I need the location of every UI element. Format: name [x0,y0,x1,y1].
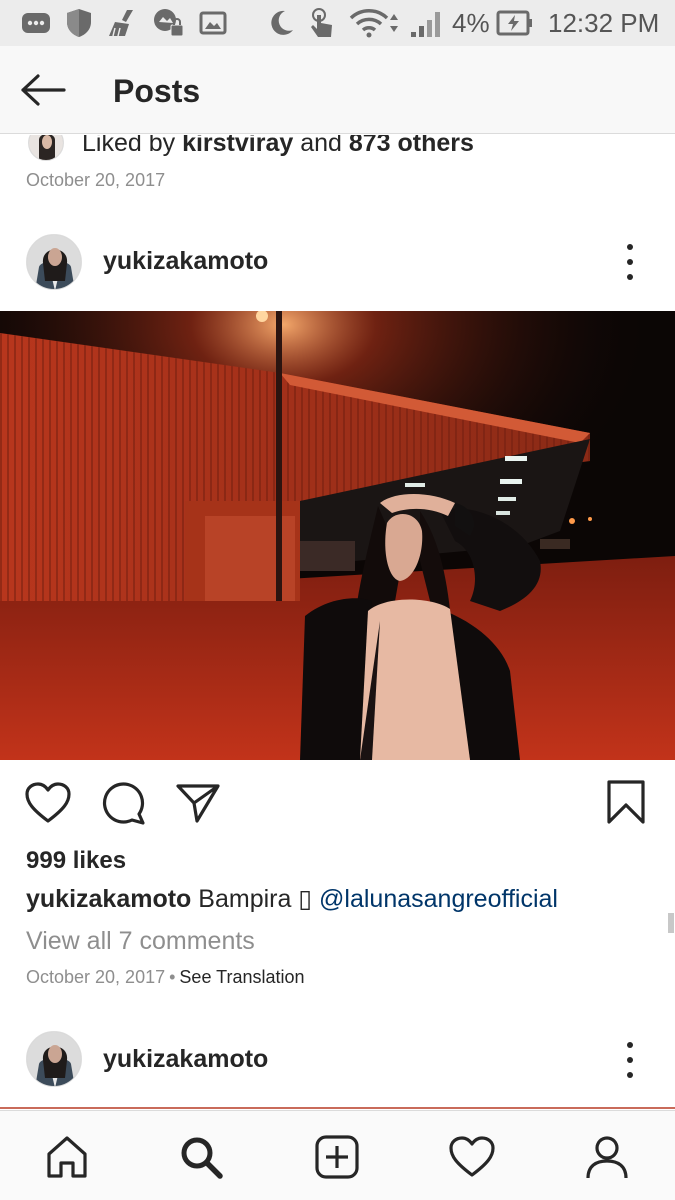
like-button[interactable] [24,781,72,825]
moon-icon [264,8,296,38]
post-avatar[interactable] [26,234,82,290]
more-dot-icon [627,244,633,250]
share-button[interactable] [175,781,221,825]
post-meta-row: October 20, 2017 • See Translation [26,966,305,988]
nav-activity-button[interactable] [444,1129,500,1185]
more-dot-icon [627,1072,633,1078]
arrow-left-icon [21,74,66,106]
heart-icon [25,782,71,823]
battery-charging-icon [496,8,534,38]
bookmark-icon [607,780,645,824]
caption-username[interactable]: yukizakamoto [26,885,191,913]
post-caption: yukizakamoto Bampira ▯ @lalunasangreoffi… [26,884,558,914]
previous-post-date: October 20, 2017 [26,170,166,190]
next-post-image-edge [0,1107,675,1109]
next-post-header: yukizakamoto [0,1031,675,1091]
next-post-avatar[interactable] [26,1031,82,1087]
more-dot-icon [627,1042,633,1048]
image-icon [198,8,228,38]
liked-by-user: kirstviray [182,135,294,157]
page-title: Posts [113,73,201,109]
app-header: Posts [0,46,675,134]
photo-lock-icon [150,8,186,38]
messages-icon [20,8,52,38]
bottom-navigation [0,1110,675,1200]
like-count[interactable]: 999 likes [26,847,126,875]
home-icon [47,1136,87,1178]
add-post-icon [315,1135,359,1179]
cleaner-icon [106,8,140,38]
liked-by-avatar[interactable] [28,135,64,161]
liked-by-text[interactable]: Liked by kirstviray and 873 others [82,135,474,159]
status-bar: 4% 12:32 PM [0,0,675,46]
touch-icon [306,8,338,38]
nav-search-button[interactable] [173,1129,229,1185]
more-dot-icon [627,259,633,265]
search-icon [181,1137,223,1179]
clock: 12:32 PM [548,8,660,38]
scrollbar-thumb[interactable] [668,913,674,933]
save-button[interactable] [604,779,648,825]
comment-icon [102,782,145,825]
previous-post-liked-row[interactable]: Liked by kirstviray and 873 others [0,135,675,163]
post-more-options-button[interactable] [620,244,640,280]
meta-separator: • [169,967,176,987]
battery-percent: 4% [452,8,490,38]
caption-mention[interactable]: @lalunasangreofficial [319,885,558,913]
liked-by-count: 873 others [348,135,474,157]
nav-profile-button[interactable] [579,1129,635,1185]
activity-heart-icon [449,1136,495,1177]
signal-icon [408,8,448,38]
nav-new-post-button[interactable] [309,1129,365,1185]
caption-text: Bampira ▯ [191,885,320,913]
share-icon [176,784,220,823]
next-post-more-options-button[interactable] [620,1042,640,1078]
more-dot-icon [627,1057,633,1063]
view-all-comments-link[interactable]: View all 7 comments [26,926,255,956]
shield-icon [64,8,94,38]
post-date: October 20, 2017 [26,967,166,987]
wifi-icon [348,8,402,38]
post-username[interactable]: yukizakamoto [103,246,268,276]
next-post-username[interactable]: yukizakamoto [103,1044,268,1074]
back-button[interactable] [18,68,70,112]
see-translation-link[interactable]: See Translation [179,967,304,987]
nav-home-button[interactable] [39,1129,95,1185]
more-dot-icon [627,274,633,280]
post-photo[interactable] [0,311,675,760]
comment-button[interactable] [101,781,147,825]
profile-icon [586,1136,628,1179]
feed[interactable]: Liked by kirstviray and 873 others Octob… [0,135,675,1110]
post-header: yukizakamoto [0,232,675,292]
